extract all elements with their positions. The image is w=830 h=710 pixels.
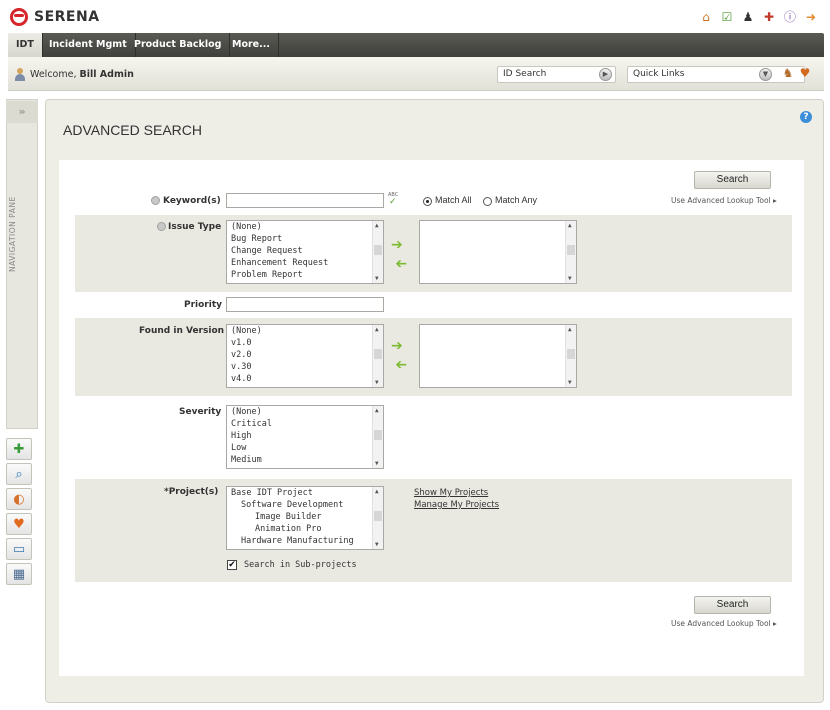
- spellcheck-icon[interactable]: ✓: [389, 197, 397, 207]
- search-icon[interactable]: ⌕: [6, 463, 32, 485]
- issue-type-selected-list[interactable]: ▲ ▼: [419, 220, 577, 284]
- list-item[interactable]: Animation Pro: [227, 523, 383, 535]
- list-item[interactable]: Bug Report: [227, 233, 383, 245]
- search-button-bottom[interactable]: Search: [694, 596, 771, 614]
- logout-icon[interactable]: ➜: [804, 10, 818, 24]
- found-in-version-selected-list[interactable]: ▲ ▼: [419, 324, 577, 388]
- navigation-pane-label: NAVIGATION PANE: [8, 196, 17, 272]
- quick-links-select[interactable]: Quick Links: [627, 66, 805, 83]
- sub-projects-checkbox[interactable]: ✔: [227, 560, 237, 570]
- list-item[interactable]: Software Development: [227, 499, 383, 511]
- advanced-lookup-link-top[interactable]: Use Advanced Lookup Tool ▸: [671, 196, 777, 205]
- brand-name: SERENA: [34, 9, 100, 25]
- projects-list[interactable]: Base IDT Project Software Development Im…: [226, 486, 384, 550]
- list-item[interactable]: High: [227, 430, 383, 442]
- advanced-lookup-link-bottom[interactable]: Use Advanced Lookup Tool ▸: [671, 619, 777, 628]
- list-item[interactable]: Base IDT Project: [227, 487, 383, 499]
- priority-label: Priority: [184, 300, 222, 310]
- severity-label: Severity: [179, 407, 222, 417]
- sub-projects-label: Search in Sub-projects: [244, 560, 357, 570]
- keyword-info-icon: [151, 196, 160, 205]
- keyword-label: Keyword(s): [163, 196, 221, 206]
- found-in-version-label: Found in Version: [139, 326, 225, 336]
- list-item[interactable]: (None): [227, 221, 383, 233]
- header-icons: ⌂ ☑ ♟ ✚ ⓘ ➜: [699, 10, 818, 24]
- list-item[interactable]: Medium: [227, 454, 383, 466]
- admin-icon[interactable]: ✚: [762, 10, 776, 24]
- welcome-message: Welcome, Bill Admin: [14, 68, 134, 81]
- tab-more[interactable]: More...: [224, 33, 279, 57]
- projects-label: *Project(s): [164, 487, 219, 497]
- help-icon[interactable]: ?: [800, 111, 812, 123]
- scrollbar[interactable]: ▲ ▼: [372, 406, 383, 468]
- remove-arrow-icon[interactable]: ➔: [391, 256, 407, 272]
- user-icon[interactable]: ♟: [741, 10, 755, 24]
- welcome-prefix: Welcome,: [30, 69, 77, 80]
- scrollbar[interactable]: ▲ ▼: [372, 325, 383, 387]
- remove-arrow-icon[interactable]: ➔: [391, 357, 407, 373]
- issue-type-info-icon: [157, 222, 166, 231]
- reports-icon[interactable]: ◐: [6, 488, 32, 510]
- add-arrow-icon[interactable]: ➔: [391, 339, 407, 353]
- tab-product-backlog[interactable]: Product Backlog: [126, 33, 231, 57]
- manage-my-projects-link[interactable]: Manage My Projects: [414, 500, 499, 510]
- user-links-icon[interactable]: ♞: [781, 66, 795, 80]
- list-item[interactable]: Change Request: [227, 245, 383, 257]
- user-avatar-icon: [14, 68, 26, 81]
- search-button-top[interactable]: Search: [694, 171, 771, 189]
- keyword-input[interactable]: [226, 193, 384, 208]
- list-item[interactable]: v2.0: [227, 349, 383, 361]
- list-item[interactable]: Hardware Manufacturing: [227, 535, 383, 547]
- manage-views-icon[interactable]: ▦: [6, 563, 32, 585]
- scrollbar[interactable]: ▲ ▼: [565, 325, 576, 387]
- serena-logo[interactable]: SERENA: [10, 8, 100, 26]
- match-all-label: Match All: [435, 195, 472, 205]
- tasks-icon[interactable]: ☑: [720, 10, 734, 24]
- list-item[interactable]: Problem Report: [227, 269, 383, 281]
- favorites-icon[interactable]: ♥: [798, 66, 812, 80]
- favorites-nav-icon[interactable]: ♥: [6, 513, 32, 535]
- tab-idt[interactable]: IDT: [8, 33, 43, 57]
- list-item[interactable]: v.30: [227, 361, 383, 373]
- list-item[interactable]: Low: [227, 442, 383, 454]
- issue-type-label: Issue Type: [168, 222, 222, 232]
- add-arrow-icon[interactable]: ➔: [391, 238, 407, 252]
- search-form: Search Use Advanced Lookup Tool ▸ Keywor…: [59, 160, 804, 676]
- new-item-icon[interactable]: ✚: [6, 438, 32, 460]
- list-item[interactable]: (None): [227, 406, 383, 418]
- main-tab-bar: IDT Incident Mgmt Product Backlog More..…: [8, 33, 824, 57]
- id-search-text: ID Search: [503, 69, 547, 79]
- issue-type-list[interactable]: (None) Bug Report Change Request Enhance…: [226, 220, 384, 284]
- scrollbar[interactable]: ▲ ▼: [372, 487, 383, 549]
- list-item[interactable]: v1.0: [227, 337, 383, 349]
- home-icon[interactable]: ⌂: [699, 10, 713, 24]
- show-my-projects-link[interactable]: Show My Projects: [414, 488, 488, 498]
- severity-list[interactable]: (None) Critical High Low Medium ▲ ▼: [226, 405, 384, 469]
- list-item[interactable]: Enhancement Request: [227, 257, 383, 269]
- folder-icon[interactable]: ▭: [6, 538, 32, 560]
- tab-incident-mgmt[interactable]: Incident Mgmt: [41, 33, 136, 57]
- serena-logo-icon: [10, 8, 28, 26]
- info-icon[interactable]: ⓘ: [783, 10, 797, 24]
- welcome-bar: Welcome, Bill Admin ID Search ▶ Quick Li…: [8, 57, 824, 91]
- scrollbar[interactable]: ▲ ▼: [565, 221, 576, 283]
- quick-links-text: Quick Links: [633, 69, 685, 79]
- match-any-label: Match Any: [495, 195, 538, 205]
- quick-links-dropdown-icon[interactable]: ▼: [759, 68, 772, 81]
- priority-input[interactable]: [226, 297, 384, 312]
- page-title: ADVANCED SEARCH: [63, 122, 202, 138]
- main-panel: ADVANCED SEARCH ? Search Use Advanced Lo…: [45, 99, 824, 703]
- list-item[interactable]: v4.0: [227, 373, 383, 385]
- nav-pane-expand-icon[interactable]: »: [6, 101, 38, 123]
- app-header: SERENA ⌂ ☑ ♟ ✚ ⓘ ➜: [0, 0, 830, 32]
- match-all-radio[interactable]: [423, 197, 432, 206]
- scrollbar[interactable]: ▲ ▼: [372, 221, 383, 283]
- id-search-go-icon[interactable]: ▶: [599, 68, 612, 81]
- match-any-radio[interactable]: [483, 197, 492, 206]
- found-in-version-list[interactable]: (None) v1.0 v2.0 v.30 v4.0 ▲ ▼: [226, 324, 384, 388]
- list-item[interactable]: (None): [227, 325, 383, 337]
- welcome-username: Bill Admin: [79, 69, 134, 80]
- list-item[interactable]: Image Builder: [227, 511, 383, 523]
- list-item[interactable]: Critical: [227, 418, 383, 430]
